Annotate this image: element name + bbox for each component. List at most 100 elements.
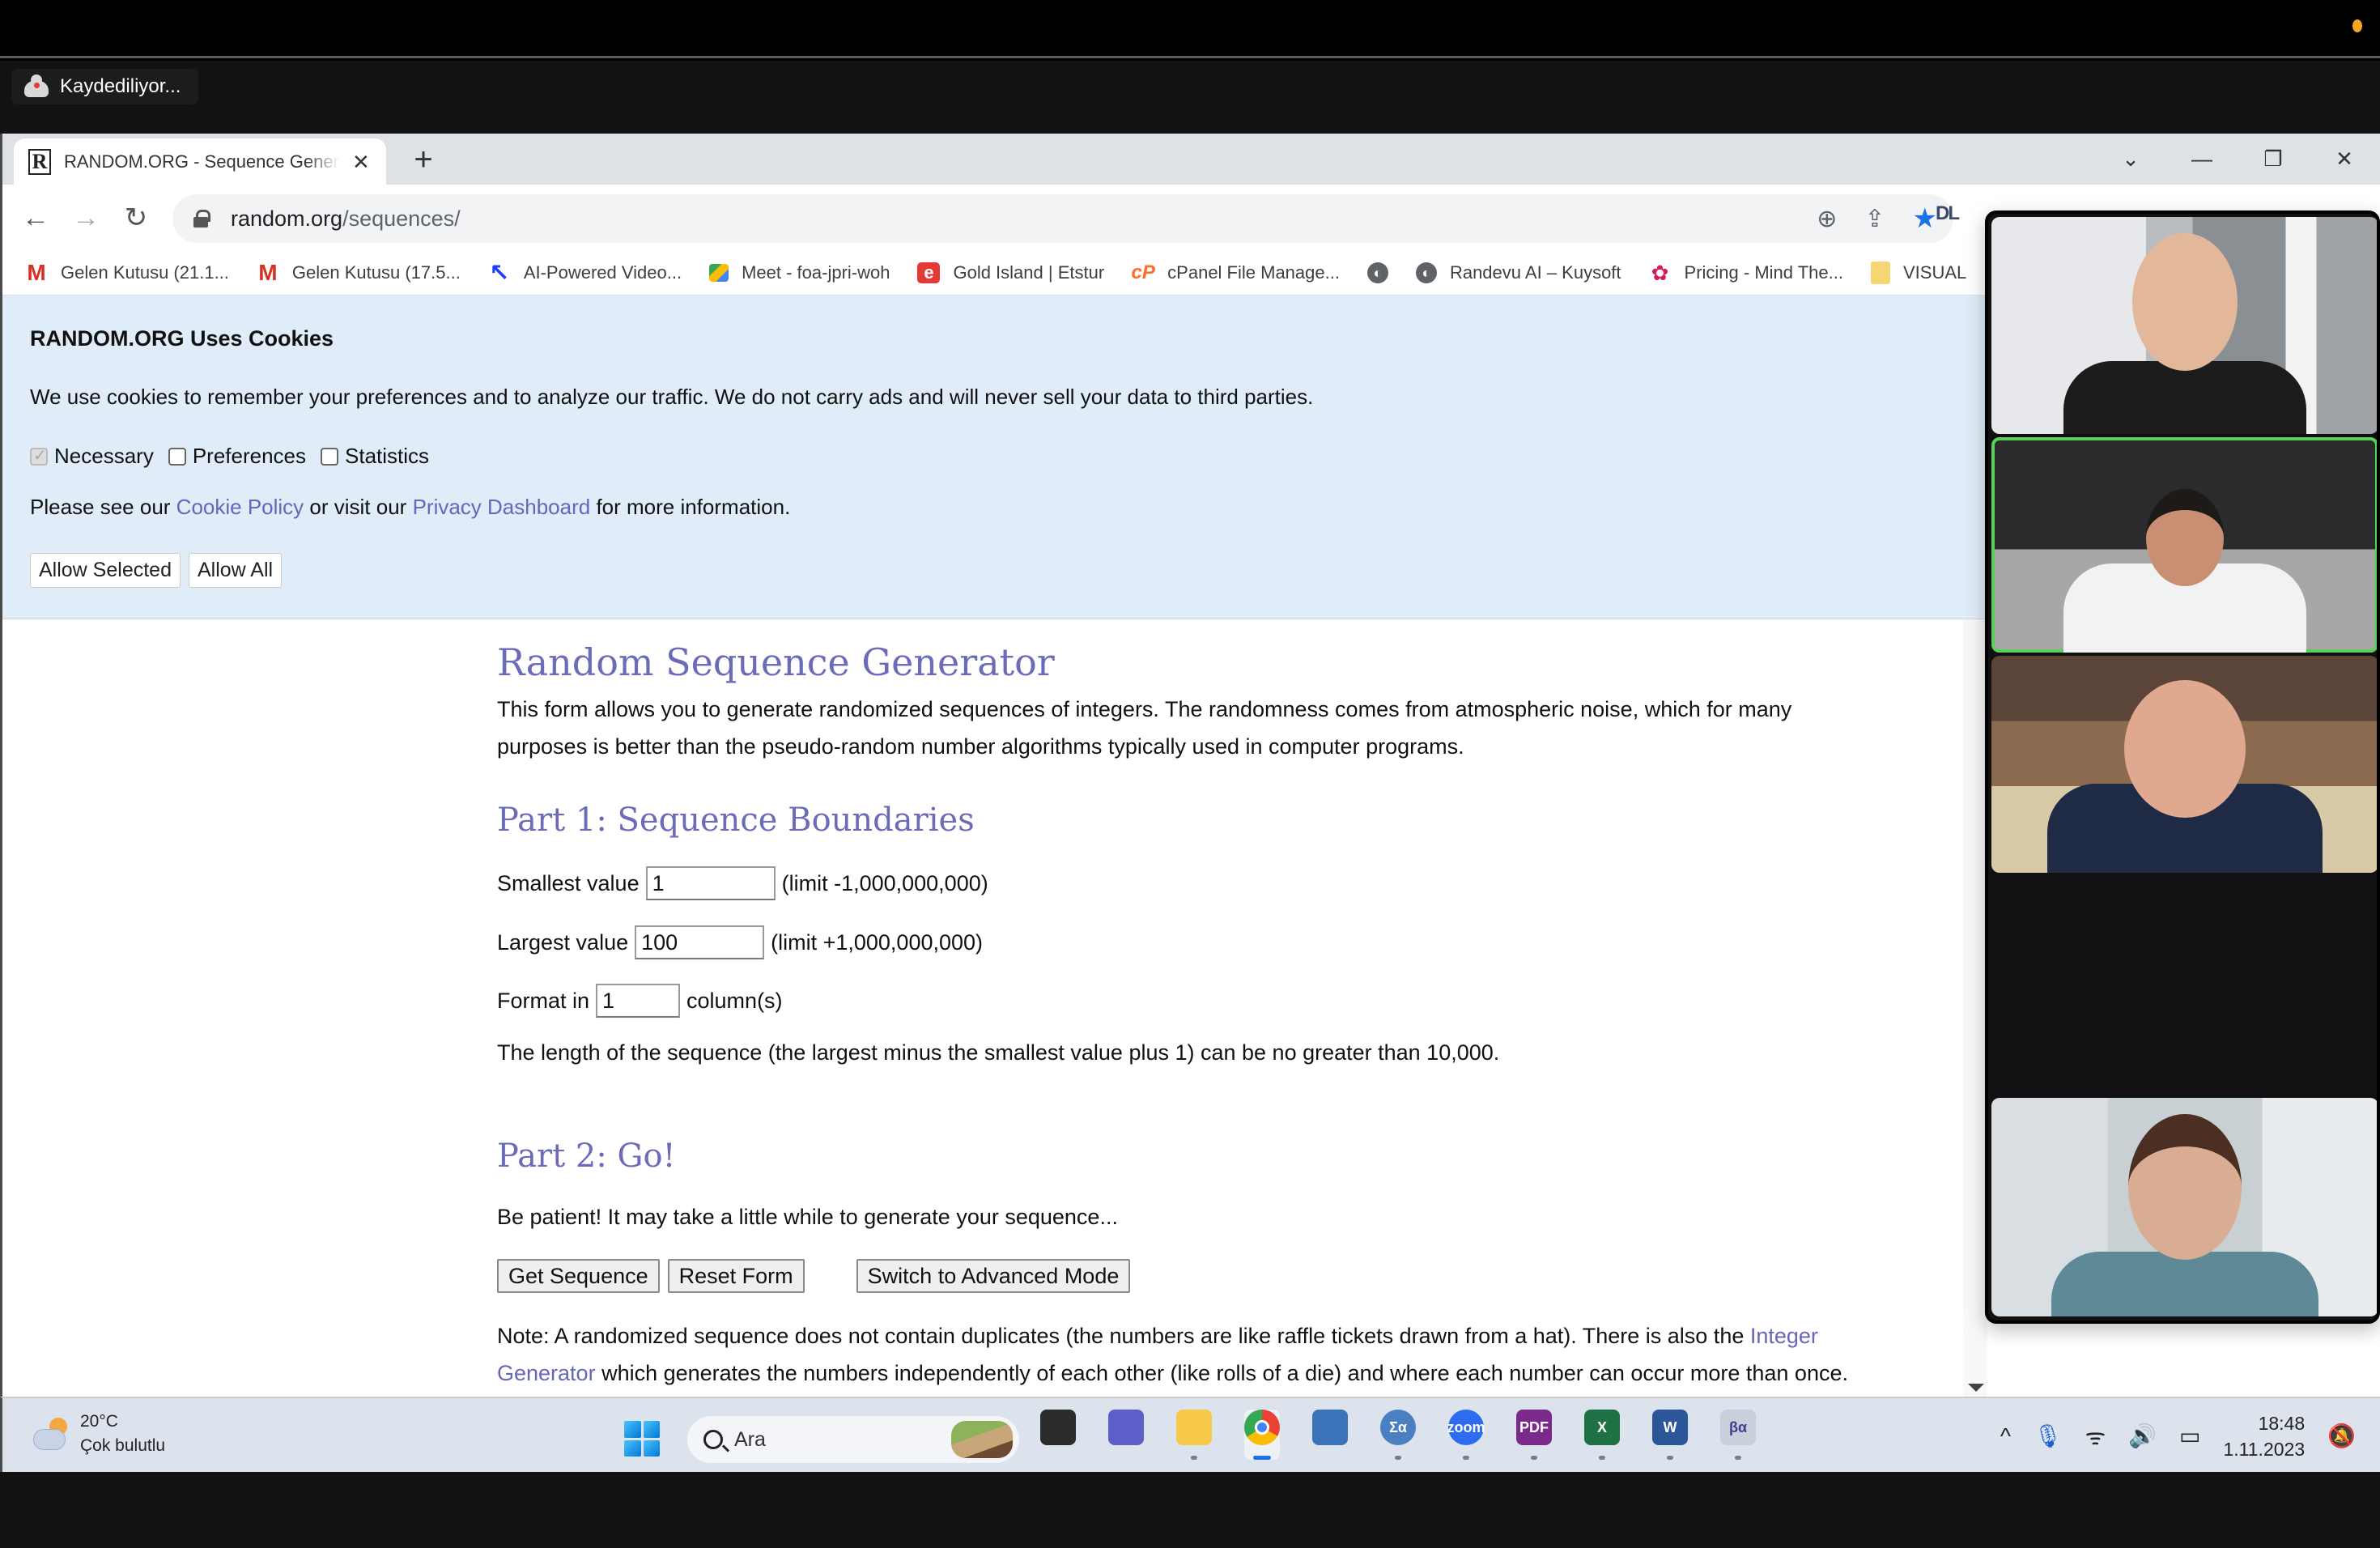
weather-widget[interactable]: 20°C Çok bulutlu bbox=[33, 1410, 165, 1458]
forward-button[interactable]: → bbox=[67, 199, 104, 236]
close-window-button[interactable]: ✕ bbox=[2309, 147, 2380, 172]
page-content: Random Sequence Generator This form allo… bbox=[2, 619, 1987, 1397]
participant-body bbox=[2051, 1252, 2318, 1316]
reset-form-button[interactable]: Reset Form bbox=[667, 1259, 805, 1293]
show-hidden-icons-chevron-icon[interactable]: ^ bbox=[2000, 1423, 2011, 1449]
extension-dl-icon[interactable]: DL bbox=[1936, 202, 1960, 225]
gmail-icon: M bbox=[258, 260, 278, 285]
taskbar-app-file-explorer[interactable] bbox=[1176, 1410, 1212, 1460]
weather-text: 20°C Çok bulutlu bbox=[80, 1410, 165, 1458]
bookmark-label: VISUAL bbox=[1902, 262, 1967, 283]
share-icon[interactable]: ⇪ bbox=[1864, 205, 1885, 233]
bookmark-label: Gelen Kutusu (21.1... bbox=[61, 262, 229, 283]
taskbar-search[interactable]: Ara bbox=[687, 1416, 1019, 1463]
smallest-value-input[interactable] bbox=[645, 866, 776, 900]
scroll-down-arrow-icon[interactable] bbox=[1968, 1384, 1984, 1392]
new-tab-button[interactable]: + bbox=[406, 142, 441, 177]
taskbar-app-beta-alpha-app[interactable]: βα bbox=[1720, 1410, 1756, 1460]
lock-icon[interactable] bbox=[193, 210, 210, 228]
weather-temp: 20°C bbox=[80, 1412, 118, 1431]
notifications-snoozed-bell-icon[interactable]: 🔕 bbox=[2327, 1423, 2356, 1449]
bookmark-label: Meet - foa-jpri-woh bbox=[742, 262, 890, 283]
allow-selected-button[interactable]: Allow Selected bbox=[30, 553, 181, 588]
taskbar-app-word[interactable]: W bbox=[1652, 1410, 1688, 1460]
microphone-icon[interactable]: 🎙 bbox=[2034, 1423, 2063, 1449]
tab-random-org[interactable]: R RANDOM.ORG - Sequence Generator ✕ bbox=[14, 138, 386, 185]
preferences-checkbox[interactable] bbox=[168, 447, 186, 466]
smallest-limit: (limit -1,000,000,000) bbox=[781, 870, 988, 895]
taskbar-app-sigma-app[interactable]: Σα bbox=[1380, 1410, 1416, 1460]
cookie-title: RANDOM.ORG Uses Cookies bbox=[30, 326, 334, 351]
minimize-button[interactable]: — bbox=[2166, 147, 2238, 172]
restore-button[interactable]: ❐ bbox=[2238, 147, 2309, 172]
gmail-icon: M bbox=[27, 260, 46, 285]
video-tile-participant-1[interactable] bbox=[1991, 217, 2377, 434]
format-columns-row: Format in column(s) bbox=[497, 984, 783, 1018]
bookmark-etstur[interactable]: e Gold Island | Etstur bbox=[917, 262, 1104, 283]
video-tile-participant-4[interactable] bbox=[1991, 1098, 2377, 1316]
address-bar[interactable]: random.org/sequences/ ⊕ ⇪ ★ bbox=[172, 194, 1953, 243]
bookmark-pricing[interactable]: ✿ Pricing - Mind The... bbox=[1649, 260, 1843, 285]
cookie-buttons: Allow Selected Allow All bbox=[30, 553, 283, 588]
start-button-windows-icon[interactable] bbox=[624, 1421, 660, 1457]
beta-alpha-app-icon: βα bbox=[1720, 1410, 1756, 1445]
cookie-option-statistics[interactable]: Statistics bbox=[321, 444, 429, 469]
video-tile-participant-3[interactable] bbox=[1991, 656, 2377, 873]
recording-label: Kaydediliyor... bbox=[60, 75, 181, 97]
running-indicator bbox=[1395, 1456, 1401, 1460]
taskbar-app-app-dark[interactable] bbox=[1312, 1410, 1348, 1460]
privacy-dashboard-link[interactable]: Privacy Dashboard bbox=[413, 495, 591, 519]
bookmark-randevu-ai[interactable]: ◐ Randevu AI – Kuysoft bbox=[1415, 262, 1621, 283]
tab-search-chevron-icon[interactable]: ⌄ bbox=[2095, 147, 2166, 172]
windows-taskbar: 20°C Çok bulutlu Ara Σα zoom PDF X Wβα ^ 🎙 ᯤ… bbox=[0, 1397, 2380, 1472]
wifi-icon[interactable]: ᯤ bbox=[2085, 1421, 2106, 1452]
clock-date: 1.11.2023 bbox=[2223, 1438, 2306, 1460]
preferences-label: Preferences bbox=[192, 444, 307, 468]
bookmark-globe[interactable]: ◐ bbox=[1366, 262, 1388, 283]
taskbar-app-teams-chat[interactable] bbox=[1108, 1410, 1144, 1460]
bookmark-folder-visual[interactable]: VISUAL bbox=[1870, 262, 1967, 284]
bookmark-star-icon[interactable]: ★ bbox=[1913, 202, 1937, 235]
taskbar-app-excel[interactable]: X bbox=[1584, 1410, 1620, 1460]
zoom-icon[interactable]: ⊕ bbox=[1817, 205, 1837, 233]
running-indicator bbox=[1531, 1456, 1537, 1460]
app-dark-icon bbox=[1312, 1410, 1348, 1445]
clock[interactable]: 18:48 1.11.2023 bbox=[2224, 1410, 2306, 1462]
back-button[interactable]: ← bbox=[17, 199, 54, 236]
brain-icon: ✿ bbox=[1651, 260, 1669, 285]
volume-icon[interactable]: 🔊 bbox=[2128, 1423, 2157, 1449]
bookmark-label: AI-Powered Video... bbox=[523, 262, 682, 283]
recording-indicator[interactable]: Kaydediliyor... bbox=[11, 69, 199, 104]
taskbar-app-chrome[interactable] bbox=[1244, 1410, 1280, 1460]
participant-head bbox=[2146, 489, 2224, 586]
length-note: The length of the sequence (the largest … bbox=[497, 1040, 1500, 1065]
bookmark-ai-video[interactable]: ↖ AI-Powered Video... bbox=[488, 260, 682, 287]
taskbar-app-foxit-pdf[interactable]: PDF bbox=[1516, 1410, 1552, 1460]
bookmark-meet[interactable]: Meet - foa-jpri-woh bbox=[709, 262, 890, 283]
bookmark-cpanel[interactable]: cP cPanel File Manage... bbox=[1132, 262, 1340, 283]
advanced-mode-button[interactable]: Switch to Advanced Mode bbox=[856, 1259, 1131, 1293]
necessary-label: Necessary bbox=[54, 444, 154, 468]
reload-button[interactable]: ↻ bbox=[117, 199, 155, 236]
cookie-policy-link[interactable]: Cookie Policy bbox=[176, 495, 304, 519]
cookie-option-preferences[interactable]: Preferences bbox=[168, 444, 306, 469]
statistics-label: Statistics bbox=[345, 444, 430, 468]
battery-icon[interactable]: ▭ bbox=[2179, 1423, 2200, 1449]
intro-text: This form allows you to generate randomi… bbox=[497, 697, 1792, 759]
get-sequence-button[interactable]: Get Sequence bbox=[497, 1259, 660, 1293]
taskbar-app-task-view[interactable] bbox=[1040, 1410, 1076, 1460]
participant-head bbox=[2124, 680, 2246, 818]
statistics-checkbox[interactable] bbox=[321, 447, 339, 466]
bookmark-gelen-kutusu-2[interactable]: M Gelen Kutusu (17.5... bbox=[257, 260, 461, 285]
page-scrollbar[interactable] bbox=[1963, 619, 1987, 1397]
largest-value-input[interactable] bbox=[635, 925, 765, 959]
cookie-info-suffix: for more information. bbox=[590, 495, 791, 519]
bookmark-gelen-kutusu-1[interactable]: M Gelen Kutusu (21.1... bbox=[25, 260, 229, 285]
chrome-icon bbox=[1244, 1410, 1280, 1445]
tab-close-icon[interactable]: ✕ bbox=[352, 151, 370, 172]
columns-input[interactable] bbox=[596, 984, 681, 1018]
allow-all-button[interactable]: Allow All bbox=[188, 553, 283, 588]
video-tile-participant-2-active-speaker[interactable] bbox=[1991, 437, 2377, 653]
taskbar-app-zoom[interactable]: zoom bbox=[1447, 1410, 1485, 1460]
globe-icon: ◐ bbox=[1415, 262, 1437, 283]
